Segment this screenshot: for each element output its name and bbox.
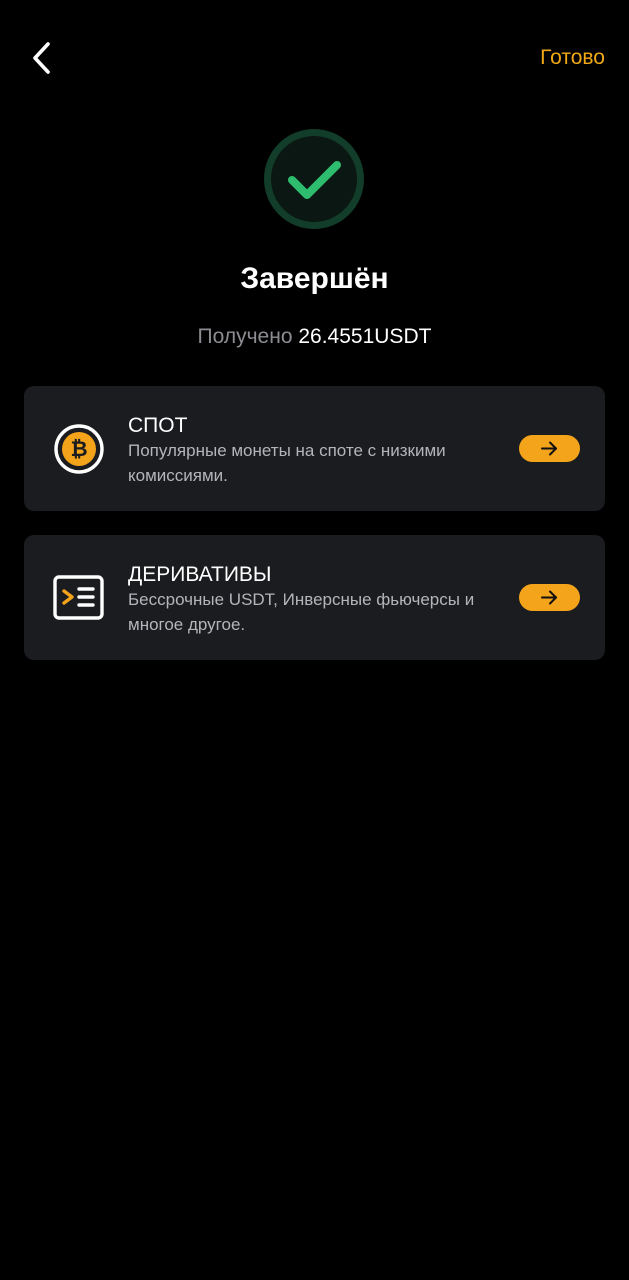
arrow-right-icon xyxy=(541,441,557,456)
derivatives-arrow-button[interactable] xyxy=(519,584,580,611)
derivatives-card-description: Бессрочные USDT, Инверсные фьючерсы и мн… xyxy=(128,590,475,634)
terminal-list-icon xyxy=(53,572,105,624)
spot-card-title: СПОТ xyxy=(128,414,188,437)
svg-text:₿: ₿ xyxy=(70,438,87,461)
bitcoin-icon: ₿ xyxy=(53,423,105,475)
back-button[interactable] xyxy=(26,38,62,78)
done-button[interactable]: Готово xyxy=(540,45,605,71)
received-label: Получено xyxy=(197,325,293,348)
spot-card-description: Популярные монеты на споте с низкими ком… xyxy=(128,441,446,485)
derivatives-card[interactable]: ДЕРИВАТИВЫ Бессрочные USDT, Инверсные фь… xyxy=(24,535,605,660)
chevron-left-icon xyxy=(33,42,50,74)
status-title: Завершён xyxy=(240,262,389,295)
received-summary: Получено 26.4551USDT xyxy=(0,324,629,350)
spot-card[interactable]: ₿ СПОТ Популярные монеты на споте с низк… xyxy=(24,386,605,511)
received-amount: 26.4551USDT xyxy=(298,325,432,348)
derivatives-card-title: ДЕРИВАТИВЫ xyxy=(128,563,272,586)
top-bar: Готово xyxy=(0,0,629,116)
spot-arrow-button[interactable] xyxy=(519,435,580,462)
arrow-right-icon xyxy=(541,590,557,605)
check-circle-icon xyxy=(264,129,364,229)
